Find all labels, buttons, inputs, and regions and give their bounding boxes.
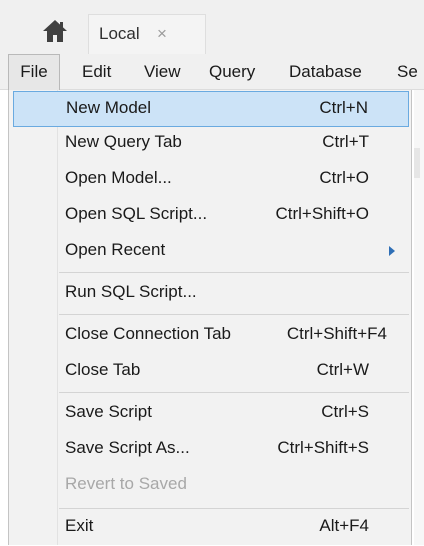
menu-item-close-tab[interactable]: Close Tab Ctrl+W bbox=[13, 354, 409, 390]
menu-item-label: Save Script bbox=[65, 402, 152, 421]
menu-item-label: Close Tab bbox=[65, 360, 141, 379]
menu-query-label: Query bbox=[209, 62, 256, 81]
menu-separator bbox=[59, 392, 409, 393]
menu-item-open-model[interactable]: Open Model... Ctrl+O bbox=[13, 162, 409, 198]
menu-item-label: Open SQL Script... bbox=[65, 204, 208, 223]
menu-file[interactable]: File bbox=[8, 54, 60, 90]
menu-item-shortcut: Ctrl+W bbox=[316, 360, 369, 379]
menu-item-label: Save Script As... bbox=[65, 438, 190, 457]
menu-item-shortcut: Ctrl+Shift+O bbox=[275, 204, 369, 223]
menu-item-new-model[interactable]: New Model Ctrl+N bbox=[13, 91, 409, 127]
menu-server[interactable]: Se bbox=[397, 54, 424, 90]
menu-item-shortcut: Ctrl+T bbox=[322, 132, 369, 151]
menu-item-label: New Model bbox=[66, 98, 152, 117]
tab-label: Local bbox=[99, 24, 140, 43]
tab-strip: Local × bbox=[0, 0, 424, 54]
tab-local[interactable]: Local × bbox=[88, 14, 206, 54]
menu-item-label: Run SQL Script... bbox=[65, 282, 197, 301]
menu-item-open-sql-script[interactable]: Open SQL Script... Ctrl+Shift+O bbox=[13, 198, 409, 234]
file-menu-dropdown: New Model Ctrl+N New Query Tab Ctrl+T Op… bbox=[8, 90, 412, 545]
menu-separator bbox=[59, 314, 409, 315]
menu-item-new-query-tab[interactable]: New Query Tab Ctrl+T bbox=[13, 126, 409, 162]
scrollbar-hint bbox=[414, 148, 420, 178]
menu-separator bbox=[59, 508, 409, 509]
menu-edit[interactable]: Edit bbox=[82, 54, 111, 90]
home-button[interactable] bbox=[38, 16, 74, 46]
menu-item-shortcut: Ctrl+S bbox=[321, 402, 369, 421]
menu-query[interactable]: Query bbox=[209, 54, 255, 90]
menu-item-label: Close Connection Tab bbox=[65, 324, 232, 343]
menu-item-save-script[interactable]: Save Script Ctrl+S bbox=[13, 396, 409, 432]
menu-item-open-recent[interactable]: Open Recent bbox=[13, 234, 409, 270]
menu-view-label: View bbox=[144, 62, 181, 81]
menu-item-shortcut: Ctrl+O bbox=[319, 168, 369, 187]
menu-server-label: Se bbox=[397, 62, 418, 81]
menu-item-shortcut: Ctrl+N bbox=[319, 98, 368, 117]
menu-bar: File Edit View Query Database Se bbox=[0, 54, 424, 90]
menu-item-shortcut: Ctrl+Shift+F4 bbox=[286, 324, 387, 343]
menu-item-close-connection-tab[interactable]: Close Connection Tab Ctrl+Shift+F4 bbox=[13, 318, 409, 354]
menu-edit-label: Edit bbox=[82, 62, 112, 81]
menu-item-label: New Query Tab bbox=[65, 132, 182, 151]
menu-item-revert-to-saved: Revert to Saved bbox=[13, 468, 409, 504]
menu-item-shortcut: Ctrl+Shift+S bbox=[277, 438, 369, 457]
submenu-arrow-icon bbox=[389, 246, 395, 256]
menu-item-label: Open Recent bbox=[65, 240, 166, 259]
menu-item-label: Revert to Saved bbox=[65, 474, 187, 493]
tab-close-icon[interactable]: × bbox=[157, 24, 167, 44]
menu-item-label: Open Model... bbox=[65, 168, 172, 187]
menu-item-exit[interactable]: Exit Alt+F4 bbox=[13, 510, 409, 546]
background-panel-edge bbox=[414, 90, 424, 545]
menu-file-label: File bbox=[20, 62, 48, 81]
menu-item-shortcut: Alt+F4 bbox=[319, 516, 369, 535]
menu-database-label: Database bbox=[289, 62, 362, 81]
menu-item-run-sql-script[interactable]: Run SQL Script... bbox=[13, 276, 409, 312]
home-icon bbox=[43, 20, 67, 42]
menu-item-save-script-as[interactable]: Save Script As... Ctrl+Shift+S bbox=[13, 432, 409, 468]
menu-item-label: Exit bbox=[65, 516, 94, 535]
menu-view[interactable]: View bbox=[144, 54, 181, 90]
menu-database[interactable]: Database bbox=[289, 54, 362, 90]
menu-separator bbox=[59, 272, 409, 273]
